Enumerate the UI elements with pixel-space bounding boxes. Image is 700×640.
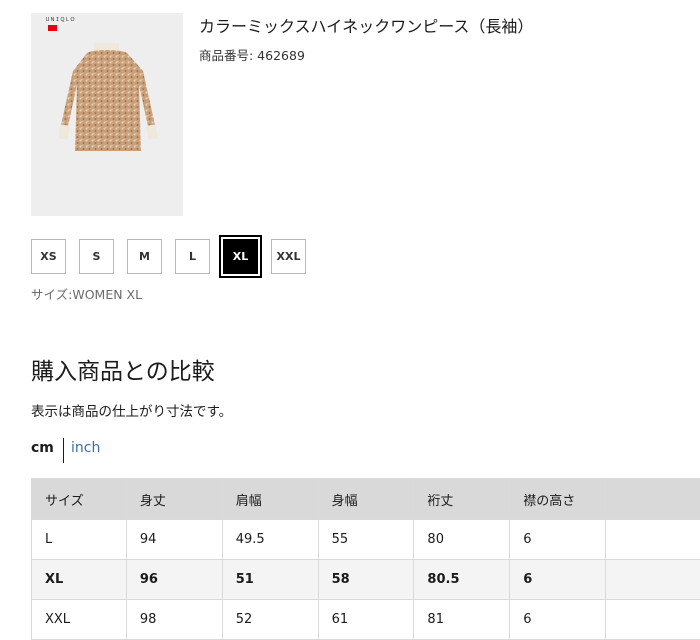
table-cell: 81: [414, 600, 510, 640]
size-chip-l[interactable]: L: [175, 239, 210, 274]
product-code: 商品番号: 462689: [199, 45, 305, 64]
table-cell: 98: [126, 600, 222, 640]
product-title: カラーミックスハイネックワンピース（長袖）: [199, 13, 533, 37]
header-cell-length: 身丈: [126, 479, 222, 520]
table-cell: 49.5: [222, 520, 318, 560]
table-cell: 6: [510, 520, 606, 560]
table-cell: L: [32, 520, 127, 560]
size-chip-s[interactable]: S: [79, 239, 114, 274]
table-row: XXL 98 52 61 81 6: [32, 600, 700, 640]
logo-red-mark: [48, 25, 57, 31]
header-cell-collar-height: 襟の高さ: [510, 479, 606, 520]
comparison-heading: 購入商品との比較: [31, 352, 215, 386]
header-cell-size: サイズ: [32, 479, 127, 520]
unit-toggle-cm[interactable]: cm: [31, 440, 54, 456]
table-cell: 80: [414, 520, 510, 560]
table-cell: 6: [510, 560, 606, 600]
table-header-row: サイズ 身丈 肩幅 身幅 裄丈 襟の高さ: [32, 479, 700, 520]
table-cell: 61: [318, 600, 414, 640]
table-cell-empty: [606, 520, 700, 560]
header-cell-empty: [606, 479, 700, 520]
header-cell-shoulder: 肩幅: [222, 479, 318, 520]
table-cell: 80.5: [414, 560, 510, 600]
size-chip-xl[interactable]: XL: [223, 239, 258, 274]
unit-divider: [63, 438, 64, 463]
table-cell: 51: [222, 560, 318, 600]
header-cell-body-width: 身幅: [318, 479, 414, 520]
header-cell-sleeve: 裄丈: [414, 479, 510, 520]
brand-logo: ＵＮＩＱＬＯ: [45, 18, 65, 32]
table-cell: XL: [32, 560, 127, 600]
logo-text: ＵＮＩＱＬＯ: [45, 18, 65, 23]
size-chip-xs[interactable]: XS: [31, 239, 66, 274]
table-cell: 55: [318, 520, 414, 560]
table-row-selected: XL 96 51 58 80.5 6: [32, 560, 700, 600]
selected-size-caption: サイズ:WOMEN XL: [31, 284, 142, 303]
table-cell: XXL: [32, 600, 127, 640]
unit-toggle-inch[interactable]: inch: [71, 440, 100, 456]
size-chip-m[interactable]: M: [127, 239, 162, 274]
table-cell-empty: [606, 600, 700, 640]
table-row: L 94 49.5 55 80 6: [32, 520, 700, 560]
table-cell: 94: [126, 520, 222, 560]
product-image: ＵＮＩＱＬＯ: [31, 13, 183, 216]
table-cell: 6: [510, 600, 606, 640]
size-chip-xxl[interactable]: XXL: [271, 239, 306, 274]
table-cell: 52: [222, 600, 318, 640]
table-cell: 58: [318, 560, 414, 600]
table-cell-empty: [606, 560, 700, 600]
dress-illustration: [31, 13, 183, 216]
size-comparison-table: サイズ 身丈 肩幅 身幅 裄丈 襟の高さ L 94 49.5 55 80 6 X…: [31, 478, 700, 640]
comparison-note: 表示は商品の仕上がり寸法です。: [31, 400, 232, 420]
table-cell: 96: [126, 560, 222, 600]
